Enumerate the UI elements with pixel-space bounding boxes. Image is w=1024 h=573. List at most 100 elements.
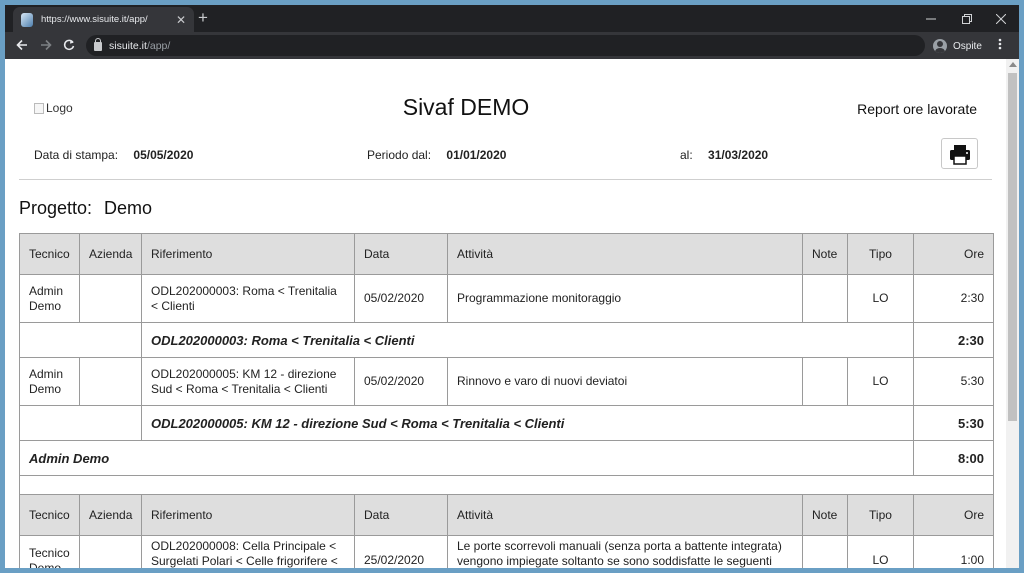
period-from-label: Periodo dal: xyxy=(367,148,432,162)
arrow-right-icon xyxy=(41,39,52,51)
report-table-1: Tecnico Azienda Riferimento Data Attivit… xyxy=(19,233,994,495)
col-azienda: Azienda xyxy=(79,233,142,275)
close-window-button[interactable] xyxy=(983,5,1019,32)
kebab-menu-icon xyxy=(998,38,1002,50)
browser-window: https://www.sisuite.it/app/ ✕ + sisuite.… xyxy=(5,5,1019,568)
cell-riferimento: ODL202000003: Roma < Trenitalia < Client… xyxy=(141,274,355,323)
lock-icon xyxy=(94,38,102,51)
cell-azienda xyxy=(79,357,142,406)
cell-ore: 5:30 xyxy=(913,357,994,406)
cell-tipo: LO xyxy=(847,357,914,406)
reload-button[interactable] xyxy=(59,36,79,56)
col-note: Note xyxy=(802,494,848,536)
back-button[interactable] xyxy=(12,36,32,56)
forward-button[interactable] xyxy=(36,36,56,56)
cell-note xyxy=(802,274,848,323)
col-riferimento: Riferimento xyxy=(141,494,355,536)
app-title: Sivaf DEMO xyxy=(402,94,530,120)
restore-button[interactable] xyxy=(949,5,985,32)
cell-note xyxy=(802,357,848,406)
col-tecnico: Tecnico xyxy=(19,233,80,275)
col-ore: Ore xyxy=(913,494,994,536)
minimize-button[interactable] xyxy=(913,5,949,32)
table-row: Admin Demo ODL202000003: Roma < Trenital… xyxy=(19,274,994,323)
col-riferimento: Riferimento xyxy=(141,233,355,275)
period-to-value: 31/03/2020 xyxy=(708,148,769,162)
subtotal-label: ODL202000003: Roma < Trenitalia < Client… xyxy=(141,322,914,358)
cell-attivita: Programmazione monitoraggio xyxy=(447,274,803,323)
col-azienda: Azienda xyxy=(79,494,142,536)
cell-ore: 1:00 xyxy=(913,535,994,568)
spacer-cell xyxy=(19,475,994,495)
project-name: Demo xyxy=(104,198,153,218)
cell-attivita: Le porte scorrevoli manuali (senza porta… xyxy=(447,535,803,568)
vertical-scrollbar[interactable] xyxy=(1006,59,1019,568)
cell-riferimento: ODL202000008: Cella Principale < Surgela… xyxy=(141,535,355,568)
col-ore: Ore xyxy=(913,233,994,275)
report-title: Report ore lavorate xyxy=(857,101,977,117)
col-tecnico: Tecnico xyxy=(19,494,80,536)
total-row: Admin Demo 8:00 xyxy=(19,440,994,476)
scrollbar-thumb[interactable] xyxy=(1008,73,1017,421)
cell-ore: 2:30 xyxy=(913,274,994,323)
total-label: Admin Demo xyxy=(19,440,914,476)
header-divider xyxy=(19,179,992,180)
total-ore: 8:00 xyxy=(913,440,994,476)
tab-close-icon[interactable]: ✕ xyxy=(176,13,186,27)
tab-title: https://www.sisuite.it/app/ xyxy=(41,14,148,25)
browser-menu-button[interactable] xyxy=(998,36,1002,56)
browser-toolbar: sisuite.it/app/ Ospite xyxy=(5,32,1019,59)
cell-tipo: LO xyxy=(847,274,914,323)
cell-azienda xyxy=(79,535,142,568)
browser-tab[interactable]: https://www.sisuite.it/app/ ✕ xyxy=(13,7,194,32)
profile-button[interactable]: Ospite xyxy=(933,36,982,56)
col-data: Data xyxy=(354,233,448,275)
subtotal-ore: 5:30 xyxy=(913,405,994,441)
url-host: sisuite.it xyxy=(109,39,147,52)
subtotal-ore: 2:30 xyxy=(913,322,994,358)
table-header-row: Tecnico Azienda Riferimento Data Attivit… xyxy=(19,233,994,275)
col-attivita: Attività xyxy=(447,233,803,275)
new-tab-button[interactable]: + xyxy=(198,8,208,28)
subtotal-label: ODL202000005: KM 12 - direzione Sud < Ro… xyxy=(141,405,914,441)
broken-image-icon xyxy=(34,102,44,114)
favicon-icon xyxy=(21,12,33,27)
period-from: Periodo dal: 01/01/2020 xyxy=(367,148,506,162)
subtotal-spacer xyxy=(19,405,142,441)
cell-riferimento: ODL202000005: KM 12 - direzione Sud < Ro… xyxy=(141,357,355,406)
subtotal-row: ODL202000003: Roma < Trenitalia < Client… xyxy=(19,322,994,358)
cell-azienda xyxy=(79,274,142,323)
close-icon xyxy=(996,13,1006,24)
cell-data: 05/02/2020 xyxy=(354,274,448,323)
cell-attivita: Rinnovo e varo di nuovi deviatoi xyxy=(447,357,803,406)
arrow-left-icon xyxy=(16,39,27,51)
subtotal-row: ODL202000005: KM 12 - direzione Sud < Ro… xyxy=(19,405,994,441)
logo-alt-text: Logo xyxy=(46,101,73,115)
title-bar: https://www.sisuite.it/app/ ✕ + xyxy=(5,5,1019,32)
logo: Logo xyxy=(34,101,73,115)
print-date-value: 05/05/2020 xyxy=(133,148,194,162)
scroll-up-arrow-icon[interactable] xyxy=(1009,62,1017,67)
col-tipo: Tipo xyxy=(847,233,914,275)
subtotal-spacer xyxy=(19,322,142,358)
period-from-value: 01/01/2020 xyxy=(446,148,507,162)
profile-label: Ospite xyxy=(953,40,982,52)
cell-tipo: LO xyxy=(847,535,914,568)
print-date: Data di stampa: 05/05/2020 xyxy=(34,148,193,162)
period-to-label: al: xyxy=(680,148,693,162)
period-to: al: 31/03/2020 xyxy=(680,148,768,162)
cell-tecnico: Admin Demo xyxy=(19,274,80,323)
address-bar[interactable]: sisuite.it/app/ xyxy=(86,35,925,56)
col-note: Note xyxy=(802,233,848,275)
url-path: /app/ xyxy=(146,39,171,52)
report-table-2: Tecnico Azienda Riferimento Data Attivit… xyxy=(19,494,994,568)
table-row: Tecnico Demo ODL202000008: Cella Princip… xyxy=(19,535,994,568)
table-header-row: Tecnico Azienda Riferimento Data Attivit… xyxy=(19,494,994,536)
cell-data: 25/02/2020 xyxy=(354,535,448,568)
cell-tecnico: Tecnico Demo xyxy=(19,535,80,568)
col-attivita: Attività xyxy=(447,494,803,536)
cell-tecnico: Admin Demo xyxy=(19,357,80,406)
reload-icon xyxy=(63,39,75,51)
print-button[interactable] xyxy=(941,138,978,169)
project-heading: Progetto: Demo xyxy=(19,198,152,219)
